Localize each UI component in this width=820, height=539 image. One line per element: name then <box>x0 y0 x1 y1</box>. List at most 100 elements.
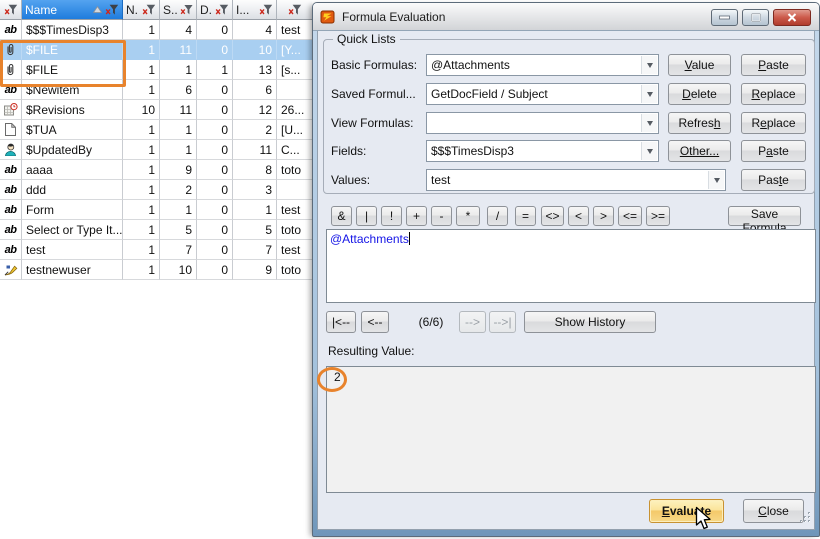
other-button[interactable]: Other... <box>668 140 731 162</box>
show-history-button[interactable]: Show History <box>524 311 656 333</box>
cell-i: 2 <box>233 120 277 140</box>
table-row[interactable]: $TUA 1 1 0 2 [U... <box>0 120 312 140</box>
formula-editor[interactable]: @Attachments <box>326 229 816 303</box>
cell-n: 10 <box>123 100 160 120</box>
replace-saved-button[interactable]: Replace <box>741 83 806 105</box>
cell-value: test <box>277 20 312 40</box>
column-header-type[interactable] <box>0 0 22 20</box>
history-prev-button[interactable]: <-- <box>361 311 389 333</box>
operator-greater-than-button[interactable]: > <box>593 206 614 226</box>
field-name: Select or Type It... <box>22 220 123 240</box>
operator-not-button[interactable]: ! <box>381 206 402 226</box>
column-header-label: Name <box>25 3 57 17</box>
filter-icon[interactable] <box>4 4 18 16</box>
quick-lists-label: Quick Lists <box>333 32 400 46</box>
table-row[interactable]: $Revisions 10 11 0 12 26... <box>0 100 312 120</box>
minimize-button[interactable] <box>711 9 738 26</box>
field-name: $FILE <box>22 60 123 80</box>
operator-multiply-button[interactable]: * <box>456 206 480 226</box>
table-row[interactable]: ab Select or Type It... 1 5 0 5 toto <box>0 220 312 240</box>
cell-d: 1 <box>197 60 233 80</box>
close-window-button[interactable] <box>773 9 811 26</box>
table-row[interactable]: ab ddd 1 2 0 3 <box>0 180 312 200</box>
cell-value: 26... <box>277 100 312 120</box>
history-first-button[interactable]: |<-- <box>326 311 356 333</box>
resize-grip-icon[interactable] <box>799 511 812 527</box>
cell-value <box>277 80 312 100</box>
maximize-button[interactable] <box>742 9 769 26</box>
operator-equals-button[interactable]: = <box>515 206 536 226</box>
operator-minus-button[interactable]: - <box>431 206 452 226</box>
replace-view-button[interactable]: Replace <box>741 112 806 134</box>
operator-greater-equal-button[interactable]: >= <box>646 206 670 226</box>
cell-n: 1 <box>123 60 160 80</box>
cell-value <box>277 180 312 200</box>
paperclip-icon <box>0 40 22 60</box>
column-header-s[interactable]: S.. <box>160 0 197 20</box>
operator-less-than-button[interactable]: < <box>568 206 589 226</box>
paste-fields-button[interactable]: Paste <box>741 140 806 162</box>
filter-icon[interactable] <box>180 4 193 16</box>
table-row[interactable]: ab aaaa 1 9 0 8 toto <box>0 160 312 180</box>
chevron-down-icon[interactable] <box>708 171 724 189</box>
close-button[interactable]: Close <box>743 499 804 523</box>
table-row[interactable]: ab Form 1 1 0 1 test <box>0 200 312 220</box>
revisions-clock-icon <box>0 100 22 120</box>
operator-plus-button[interactable]: + <box>406 206 427 226</box>
table-row[interactable]: ab test 1 7 0 7 test <box>0 240 312 260</box>
filter-icon[interactable] <box>142 4 156 16</box>
filter-icon[interactable] <box>215 4 229 16</box>
operator-less-equal-button[interactable]: <= <box>618 206 642 226</box>
combobox-value: GetDocField / Subject <box>427 87 641 101</box>
saved-formulas-combobox[interactable]: GetDocField / Subject <box>426 83 659 105</box>
chevron-down-icon[interactable] <box>641 142 657 160</box>
filter-icon[interactable] <box>259 4 273 16</box>
chevron-down-icon[interactable] <box>641 85 657 103</box>
paste-basic-button[interactable]: Paste <box>741 54 806 76</box>
delete-button[interactable]: Delete <box>668 83 731 105</box>
cell-i: 10 <box>233 40 277 60</box>
sort-ascending-icon <box>93 6 102 13</box>
column-header-value[interactable] <box>277 0 312 20</box>
field-name: ddd <box>22 180 123 200</box>
cell-s: 7 <box>160 240 197 260</box>
view-formulas-combobox[interactable] <box>426 112 659 134</box>
filter-icon[interactable] <box>105 4 119 16</box>
chevron-down-icon[interactable] <box>641 114 657 132</box>
fields-combobox[interactable]: $$$TimesDisp3 <box>426 140 659 162</box>
cell-value: [s... <box>277 60 312 80</box>
column-header-name[interactable]: Name <box>22 0 123 20</box>
text-field-icon: ab <box>0 80 22 100</box>
field-name: Form <box>22 200 123 220</box>
paste-values-button[interactable]: Paste <box>741 169 806 191</box>
value-button[interactable]: Value <box>668 54 731 76</box>
operator-amp-button[interactable]: & <box>331 206 352 226</box>
operator-pipe-button[interactable]: | <box>356 206 377 226</box>
column-header-i[interactable]: I... <box>233 0 277 20</box>
column-header-n[interactable]: N. <box>123 0 160 20</box>
values-combobox[interactable]: test <box>426 169 726 191</box>
basic-formulas-combobox[interactable]: @Attachments <box>426 54 659 76</box>
filter-icon[interactable] <box>288 4 302 16</box>
cell-n: 1 <box>123 120 160 140</box>
text-field-icon: ab <box>0 180 22 200</box>
chevron-down-icon[interactable] <box>641 56 657 74</box>
column-header-d[interactable]: D. <box>197 0 233 20</box>
evaluate-button[interactable]: Evaluate <box>649 499 724 523</box>
values-label: Values: <box>331 169 370 191</box>
field-name: $$$TimesDisp3 <box>22 20 123 40</box>
refresh-button[interactable]: Refresh <box>668 112 731 134</box>
table-row[interactable]: ab $$$TimesDisp3 1 4 0 4 test <box>0 20 312 40</box>
table-row-selected[interactable]: $FILE 1 11 0 10 [Y... <box>0 40 312 60</box>
cell-s: 4 <box>160 20 197 40</box>
cell-d: 0 <box>197 220 233 240</box>
table-row[interactable]: testnewuser 1 10 0 9 toto <box>0 260 312 280</box>
operator-divide-button[interactable]: / <box>487 206 508 226</box>
table-row[interactable]: $UpdatedBy 1 1 0 11 C... <box>0 140 312 160</box>
table-row[interactable]: $FILE 1 1 1 13 [s... <box>0 60 312 80</box>
cell-value: toto <box>277 220 312 240</box>
cell-n: 1 <box>123 160 160 180</box>
save-formula-button[interactable]: Save Formula <box>728 206 801 226</box>
table-row[interactable]: ab $Newitem 1 6 0 6 <box>0 80 312 100</box>
operator-not-equal-button[interactable]: <> <box>541 206 564 226</box>
